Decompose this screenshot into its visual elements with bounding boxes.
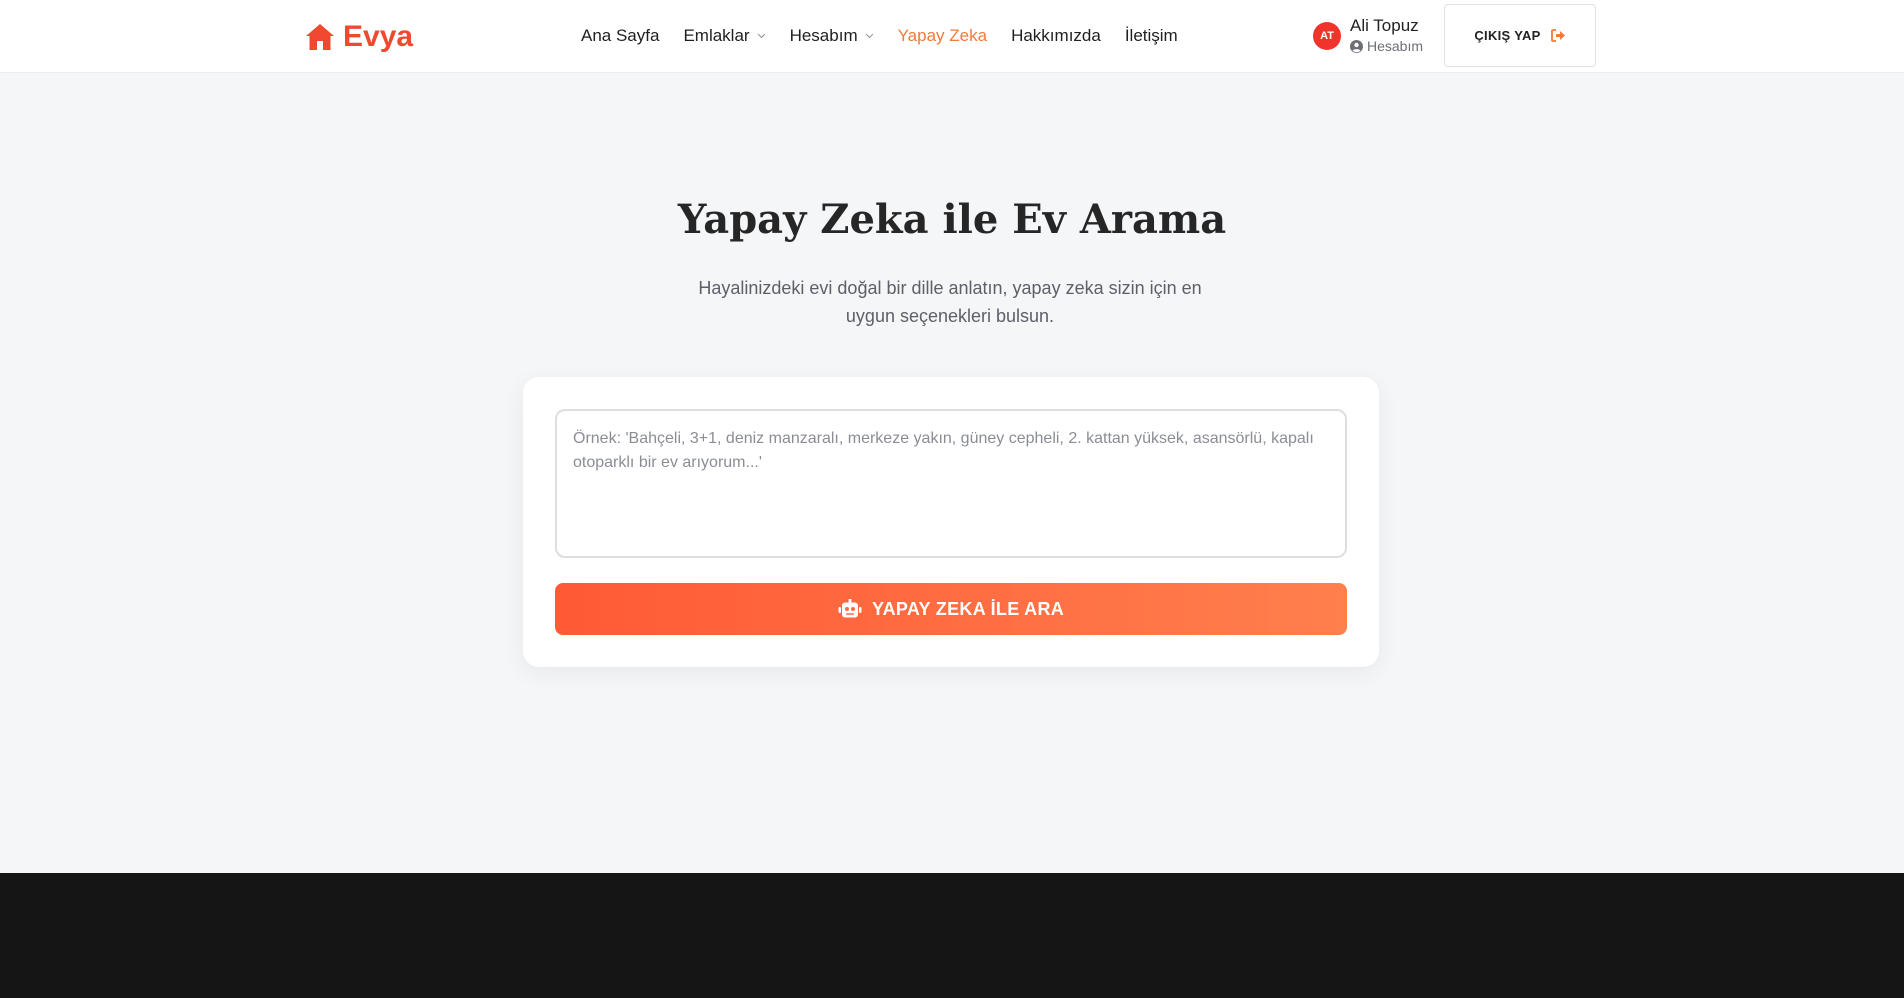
nav-label: Ana Sayfa: [581, 26, 660, 45]
brand-logo[interactable]: Evya: [305, 17, 413, 57]
home-icon: [306, 24, 334, 50]
user-info: Ali Topuz Hesabım: [1350, 16, 1423, 56]
nav-item-hakkimizda[interactable]: Hakkımızda: [1011, 26, 1101, 46]
nav-item-ana-sayfa[interactable]: Ana Sayfa: [581, 26, 659, 46]
user-menu[interactable]: AT Ali Topuz Hesabım: [1313, 14, 1423, 58]
nav-label: Emlaklar: [683, 26, 750, 45]
nav-label: İletişim: [1124, 26, 1178, 45]
main-nav: Ana Sayfa Emlaklar Hesabım Yapay Zeka Ha…: [581, 22, 1202, 50]
nav-label: Hakkımızda: [1011, 26, 1101, 45]
logout-label: ÇIKIŞ YAP: [1474, 28, 1541, 43]
ai-search-card: YAPAY ZEKA İLE ARA: [523, 377, 1379, 667]
chevron-down-icon: [865, 33, 874, 39]
nav-item-yapay-zeka[interactable]: Yapay Zeka: [898, 26, 987, 46]
nav-item-emlaklar[interactable]: Emlaklar: [683, 26, 766, 46]
nav-label: Hesabım: [789, 26, 858, 45]
avatar: AT: [1313, 22, 1341, 50]
site-header: Evya Ana Sayfa Emlaklar Hesabım Yapay Ze…: [0, 0, 1904, 73]
nav-item-hesabim[interactable]: Hesabım: [790, 26, 874, 46]
user-name: Ali Topuz: [1350, 16, 1419, 35]
account-label: Hesabım: [1367, 38, 1424, 54]
site-footer: [0, 873, 1904, 998]
user-circle-icon: [1350, 39, 1363, 53]
ai-search-input[interactable]: [555, 409, 1347, 558]
ai-search-button[interactable]: YAPAY ZEKA İLE ARA: [555, 583, 1347, 635]
ai-search-button-label: YAPAY ZEKA İLE ARA: [871, 598, 1065, 619]
nav-item-iletisim[interactable]: İletişim: [1125, 26, 1178, 46]
chevron-down-icon: [757, 33, 766, 39]
account-link[interactable]: Hesabım: [1350, 36, 1423, 56]
robot-icon: [838, 599, 862, 618]
brand-name: Evya: [343, 20, 414, 53]
nav-label: Yapay Zeka: [897, 26, 988, 45]
page-subtitle: Hayalinizdeki evi doğal bir dille anlatı…: [698, 278, 1202, 326]
sign-out-icon: [1550, 29, 1565, 42]
logout-button[interactable]: ÇIKIŞ YAP: [1444, 4, 1596, 67]
page-title: Yapay Zeka ile Ev Arama: [677, 196, 1227, 243]
